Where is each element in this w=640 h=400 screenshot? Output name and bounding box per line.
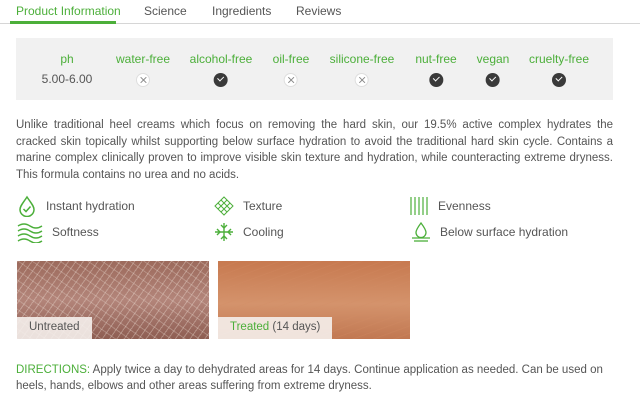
- active-tab-indicator: [10, 21, 116, 24]
- ph-value: 5.00-6.00: [41, 72, 93, 86]
- untreated-photo-label: Untreated: [17, 317, 92, 339]
- texture-grid-icon: [213, 195, 235, 217]
- evenness-lines-icon: [408, 195, 430, 217]
- attribute-alcohol-free: alcohol-free: [189, 52, 253, 90]
- cross-icon: [284, 73, 298, 87]
- attribute-label: oil-free: [272, 52, 310, 66]
- tab-product-information[interactable]: Product Information: [16, 4, 121, 18]
- snowflake-icon: [213, 221, 235, 243]
- untreated-skin-photo: Untreated: [17, 261, 209, 339]
- attribute-label: water-free: [115, 52, 171, 66]
- benefit-label: Texture: [243, 199, 283, 213]
- attribute-water-free: water-free: [116, 52, 170, 90]
- attribute-vegan: vegan: [476, 52, 510, 90]
- attribute-label: vegan: [476, 52, 510, 66]
- tab-reviews[interactable]: Reviews: [296, 4, 341, 18]
- attribute-nut-free: nut-free: [415, 52, 457, 90]
- check-icon: [428, 73, 443, 87]
- untreated-label-text: Untreated: [29, 321, 80, 333]
- benefit-cooling: Cooling: [213, 221, 284, 243]
- cross-icon: [136, 73, 150, 87]
- check-icon: [213, 73, 228, 87]
- treated-photo-label: Treated (14 days): [218, 317, 333, 339]
- check-icon: [552, 73, 566, 87]
- attribute-label: cruelty-free: [528, 52, 590, 66]
- benefit-label: Softness: [52, 225, 99, 239]
- benefit-evenness: Evenness: [408, 195, 491, 217]
- benefit-texture: Texture: [213, 195, 282, 217]
- directions-text: DIRECTIONS: Apply twice a day to dehydra…: [16, 362, 616, 394]
- treated-label-highlight: Treated: [230, 321, 270, 333]
- attribute-oil-free: oil-free: [272, 52, 310, 90]
- attribute-label: alcohol-free: [189, 52, 253, 66]
- check-icon: [485, 73, 500, 87]
- tab-science[interactable]: Science: [144, 4, 187, 18]
- tab-bar: Product Information Science Ingredients …: [0, 0, 640, 24]
- benefit-label: Cooling: [243, 225, 284, 239]
- benefit-softness: Softness: [16, 221, 99, 243]
- cross-icon: [354, 73, 369, 87]
- treated-skin-photo: Treated (14 days): [218, 261, 410, 339]
- attribute-label: silicone-free: [329, 52, 395, 66]
- ph-label: ph: [60, 52, 74, 66]
- attribute-silicone-free: silicone-free: [329, 52, 395, 90]
- product-attributes-panel: ph 5.00-6.00 water-free alcohol-free oil…: [16, 38, 613, 100]
- attribute-cruelty-free: cruelty-free: [529, 52, 589, 90]
- directions-label: DIRECTIONS:: [16, 364, 91, 376]
- benefit-label: Below surface hydration: [440, 225, 569, 239]
- directions-body: Apply twice a day to dehydrated areas fo…: [16, 364, 603, 392]
- drop-layer-icon: [410, 221, 432, 243]
- benefit-below-surface-hydration: Below surface hydration: [410, 221, 568, 243]
- treated-label-duration: (14 days): [269, 321, 321, 333]
- benefit-label: Instant hydration: [46, 199, 135, 213]
- benefit-label: Evenness: [438, 199, 491, 213]
- drop-check-icon: [16, 195, 38, 217]
- tab-ingredients[interactable]: Ingredients: [212, 4, 271, 18]
- softness-waves-icon: [16, 221, 44, 243]
- ph-attribute: ph 5.00-6.00: [42, 52, 93, 86]
- product-description: Unlike traditional heel creams which foc…: [16, 119, 613, 181]
- benefit-instant-hydration: Instant hydration: [16, 195, 135, 217]
- attribute-label: nut-free: [415, 52, 457, 66]
